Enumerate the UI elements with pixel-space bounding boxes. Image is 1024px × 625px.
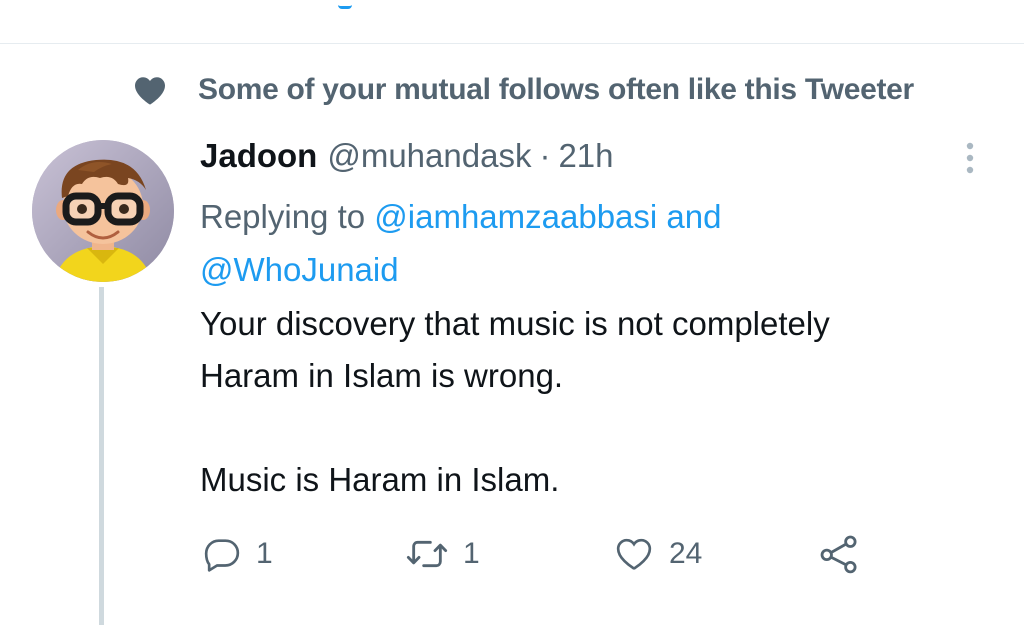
tweet-text-line: Music is Haram in Islam. <box>200 461 560 498</box>
author-handle[interactable]: @muhandask <box>327 137 531 175</box>
tweet-text-line: Haram in Islam is wrong. <box>200 357 564 394</box>
retweet-button[interactable]: 1 <box>405 532 480 576</box>
more-vertical-icon <box>966 142 974 174</box>
previous-tweet-fragment <box>338 0 352 9</box>
like-button[interactable]: 24 <box>613 532 702 576</box>
tweet-text-line: Your discovery that music is not complet… <box>200 305 830 342</box>
paragraph-break <box>200 402 990 454</box>
more-options-button[interactable] <box>958 140 982 176</box>
reply-count: 1 <box>256 537 273 570</box>
mention-link[interactable]: @iamhamzaabbasi <box>374 198 657 235</box>
avatar[interactable] <box>32 140 174 282</box>
social-context: Some of your mutual follows often like t… <box>132 70 914 110</box>
like-count: 24 <box>669 537 703 570</box>
heart-icon <box>132 72 168 108</box>
like-icon <box>613 534 655 574</box>
tweet-header: Jadoon @muhandask · 21h <box>200 136 614 176</box>
author-display-name[interactable]: Jadoon <box>200 137 317 175</box>
memoji-avatar <box>32 140 174 282</box>
social-context-text: Some of your mutual follows often like t… <box>198 73 914 106</box>
tweet-timestamp[interactable]: 21h <box>558 137 613 175</box>
tweet-body: Your discovery that music is not complet… <box>200 298 990 506</box>
thread-connector-line <box>99 287 104 625</box>
share-button[interactable] <box>818 532 860 576</box>
replying-to-label: Replying to <box>200 198 366 235</box>
retweet-count: 1 <box>463 537 480 570</box>
retweet-icon <box>405 534 449 574</box>
tweet-divider <box>0 43 1024 44</box>
share-icon <box>818 533 860 575</box>
mention-link[interactable]: @WhoJunaid <box>200 251 399 288</box>
reply-conjunction: and <box>666 198 722 235</box>
reply-icon <box>202 534 242 574</box>
separator-dot: · <box>539 137 551 174</box>
reply-context: Replying to @iamhamzaabbasi and @WhoJuna… <box>200 190 960 296</box>
reply-button[interactable]: 1 <box>202 532 273 576</box>
